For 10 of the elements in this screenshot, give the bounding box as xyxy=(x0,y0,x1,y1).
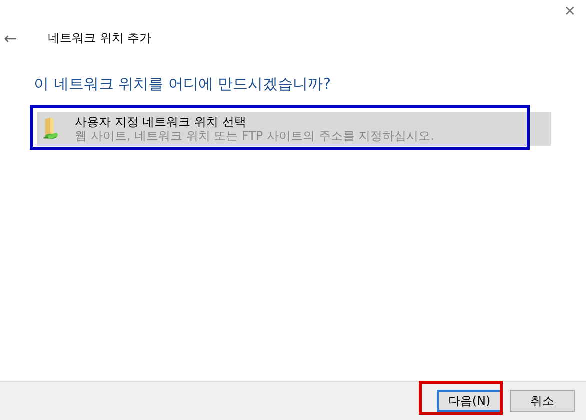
back-button[interactable]: ← xyxy=(4,28,48,48)
cancel-button[interactable]: 취소 xyxy=(510,390,575,412)
option-title: 사용자 지정 네트워크 위치 선택 xyxy=(75,115,248,129)
close-button[interactable]: ✕ xyxy=(564,0,576,24)
option-row[interactable]: 사용자 지정 네트워크 위치 선택 웹 사이트, 네트워크 위치 또는 FTP 사이트의 주소를 지정하십시오. xyxy=(37,112,551,146)
network-folder-icon xyxy=(43,116,61,142)
option-description: 웹 사이트, 네트워크 위치 또는 FTP 사이트의 주소를 지정하십시오. xyxy=(75,129,434,143)
next-button[interactable]: 다음(N) xyxy=(437,390,502,412)
window-title: 네트워크 위치 추가 xyxy=(48,30,152,46)
page-heading: 이 네트워크 위치를 어디에 만드시겠습니까? xyxy=(34,75,332,94)
